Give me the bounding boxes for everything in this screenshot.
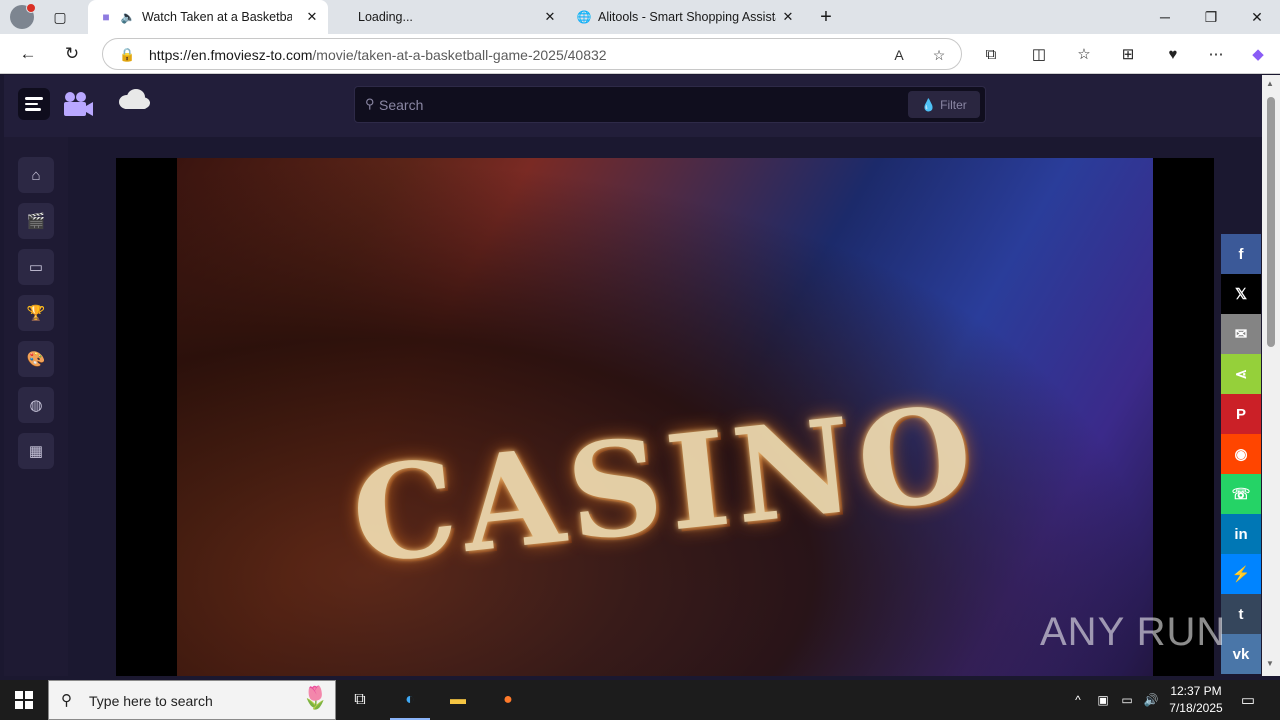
- movies-clapper-icon[interactable]: 🎬: [18, 203, 54, 239]
- taskbar: ⚲ Type here to search 🌷 ⧉ ◐ ▬ ● ^ ▣ ▭ 🔊 …: [0, 680, 1280, 720]
- share-whatsapp-icon[interactable]: ☏: [1221, 474, 1261, 514]
- calendar-icon[interactable]: ▦: [18, 433, 54, 469]
- taskbar-search-placeholder: Type here to search: [89, 693, 213, 709]
- network-device-icon[interactable]: ▣: [1092, 680, 1114, 720]
- extensions-icon[interactable]: ⧉: [977, 40, 1005, 68]
- filter-drop-icon: 💧: [921, 97, 937, 112]
- tulips-decoration-icon: 🌷: [301, 685, 329, 710]
- share-linkedin-icon[interactable]: in: [1221, 514, 1261, 554]
- clock-date: 7/18/2025: [1169, 701, 1223, 715]
- close-tab-icon[interactable]: ✕: [542, 9, 558, 25]
- video-player[interactable]: CASINO: [116, 158, 1214, 676]
- close-window-button[interactable]: ✕: [1234, 0, 1280, 34]
- sidebar: ⌂ 🎬 ▭ 🏆 🎨 ◍ ▦: [4, 137, 68, 676]
- read-aloud-icon[interactable]: A: [889, 45, 909, 65]
- share-messenger-icon[interactable]: ⚡: [1221, 554, 1261, 594]
- new-tab-button[interactable]: +: [814, 5, 838, 29]
- scroll-thumb[interactable]: [1267, 97, 1275, 347]
- scroll-up-icon[interactable]: ▲: [1266, 79, 1274, 88]
- copilot-icon[interactable]: ◆: [1244, 40, 1272, 68]
- share-sharethis-icon[interactable]: ⋖: [1221, 354, 1261, 394]
- home-icon[interactable]: ⌂: [18, 157, 54, 193]
- profile-avatar-icon[interactable]: [10, 3, 36, 29]
- globe-icon: 🌐: [576, 10, 592, 24]
- speaker-icon[interactable]: 🔈: [120, 9, 136, 25]
- site-logo-camera-icon[interactable]: [62, 90, 94, 118]
- split-screen-icon[interactable]: ◫: [1025, 40, 1053, 68]
- video-frame: CASINO: [177, 158, 1153, 676]
- back-arrow-icon[interactable]: ←: [14, 40, 42, 68]
- share-pinterest-icon[interactable]: P: [1221, 394, 1261, 434]
- firefox-icon[interactable]: ●: [484, 680, 532, 720]
- filter-button[interactable]: 💧 Filter: [908, 91, 980, 118]
- tab-watch-movie[interactable]: ■ 🔈 Watch Taken at a Basketball G ✕: [88, 0, 328, 34]
- windows-start-icon[interactable]: [0, 680, 48, 720]
- taskbar-search-box[interactable]: ⚲ Type here to search 🌷: [48, 680, 336, 720]
- browser-essentials-icon[interactable]: ♥: [1159, 40, 1187, 68]
- site-search-box: ⚲ 💧 Filter: [354, 86, 986, 123]
- collections-icon[interactable]: ⊞: [1114, 40, 1142, 68]
- favorites-icon[interactable]: ☆: [1070, 40, 1098, 68]
- file-explorer-icon[interactable]: ▬: [434, 680, 482, 720]
- share-tumblr-icon[interactable]: t: [1221, 594, 1261, 634]
- refresh-icon[interactable]: ↻: [58, 40, 86, 68]
- browser-toolbar: ← ↻ 🔒 https://en.fmoviesz-to.com/movie/t…: [0, 34, 1280, 74]
- share-vk-icon[interactable]: vk: [1221, 634, 1261, 674]
- genre-palette-icon[interactable]: 🎨: [18, 341, 54, 377]
- tv-shows-icon[interactable]: ▭: [18, 249, 54, 285]
- minimize-button[interactable]: ─: [1142, 0, 1188, 34]
- site-favicon-icon: ■: [102, 10, 110, 24]
- close-tab-icon[interactable]: ✕: [780, 9, 796, 25]
- top-imdb-trophy-icon[interactable]: 🏆: [18, 295, 54, 331]
- share-facebook-icon[interactable]: f: [1221, 234, 1261, 274]
- browser-tab-strip: ▢ ■ 🔈 Watch Taken at a Basketball G ✕ Lo…: [0, 0, 1280, 34]
- page-scrollbar[interactable]: ▲ ▼: [1262, 75, 1280, 676]
- clock[interactable]: 12:37 PM 7/18/2025: [1162, 683, 1230, 717]
- favorite-star-icon[interactable]: ☆: [929, 45, 949, 65]
- url-text[interactable]: https://en.fmoviesz-to.com/movie/taken-a…: [149, 47, 607, 63]
- casino-sign-text: CASINO: [345, 375, 985, 594]
- volume-icon[interactable]: 🔊: [1140, 680, 1162, 720]
- menu-hamburger-icon[interactable]: [18, 88, 50, 120]
- share-x-twitter-icon[interactable]: 𝕏: [1221, 274, 1261, 314]
- search-input[interactable]: [379, 94, 879, 116]
- task-view-icon[interactable]: ⧉: [336, 680, 384, 720]
- tab-title: Loading...: [358, 10, 413, 24]
- network-icon[interactable]: ▭: [1116, 680, 1138, 720]
- tab-title: Alitools - Smart Shopping Assista: [598, 10, 776, 24]
- country-globe-icon[interactable]: ◍: [18, 387, 54, 423]
- share-email-icon[interactable]: ✉: [1221, 314, 1261, 354]
- show-hidden-icons-chevron-icon[interactable]: ^: [1068, 680, 1088, 720]
- cloud-icon[interactable]: [117, 88, 151, 110]
- lock-icon[interactable]: 🔒: [119, 47, 135, 63]
- tab-title: Watch Taken at a Basketball G: [142, 10, 292, 24]
- web-page: ⚲ 💧 Filter ⌂ 🎬 ▭ 🏆 🎨 ◍ ▦ CASINO: [4, 75, 1262, 676]
- search-icon: ⚲: [61, 692, 72, 709]
- clock-time: 12:37 PM: [1170, 684, 1222, 698]
- tab-alitools[interactable]: 🌐 Alitools - Smart Shopping Assista ✕: [566, 0, 804, 34]
- tab-loading[interactable]: Loading... ✕: [346, 0, 566, 34]
- address-bar[interactable]: 🔒 https://en.fmoviesz-to.com/movie/taken…: [102, 38, 962, 70]
- filter-label: Filter: [940, 97, 967, 112]
- anyrun-watermark: ANY RUN: [1040, 610, 1227, 654]
- tab-actions-icon[interactable]: ▢: [48, 7, 72, 27]
- site-header: ⚲ 💧 Filter: [4, 75, 1262, 137]
- scroll-down-icon[interactable]: ▼: [1266, 659, 1274, 668]
- edge-browser-icon[interactable]: ◐: [386, 680, 434, 720]
- search-icon: ⚲: [365, 96, 375, 111]
- share-reddit-icon[interactable]: ◉: [1221, 434, 1261, 474]
- close-tab-icon[interactable]: ✕: [304, 9, 320, 25]
- more-options-icon[interactable]: ⋯: [1202, 40, 1230, 68]
- notifications-icon[interactable]: ▭: [1236, 680, 1260, 720]
- restore-button[interactable]: ❐: [1188, 0, 1234, 34]
